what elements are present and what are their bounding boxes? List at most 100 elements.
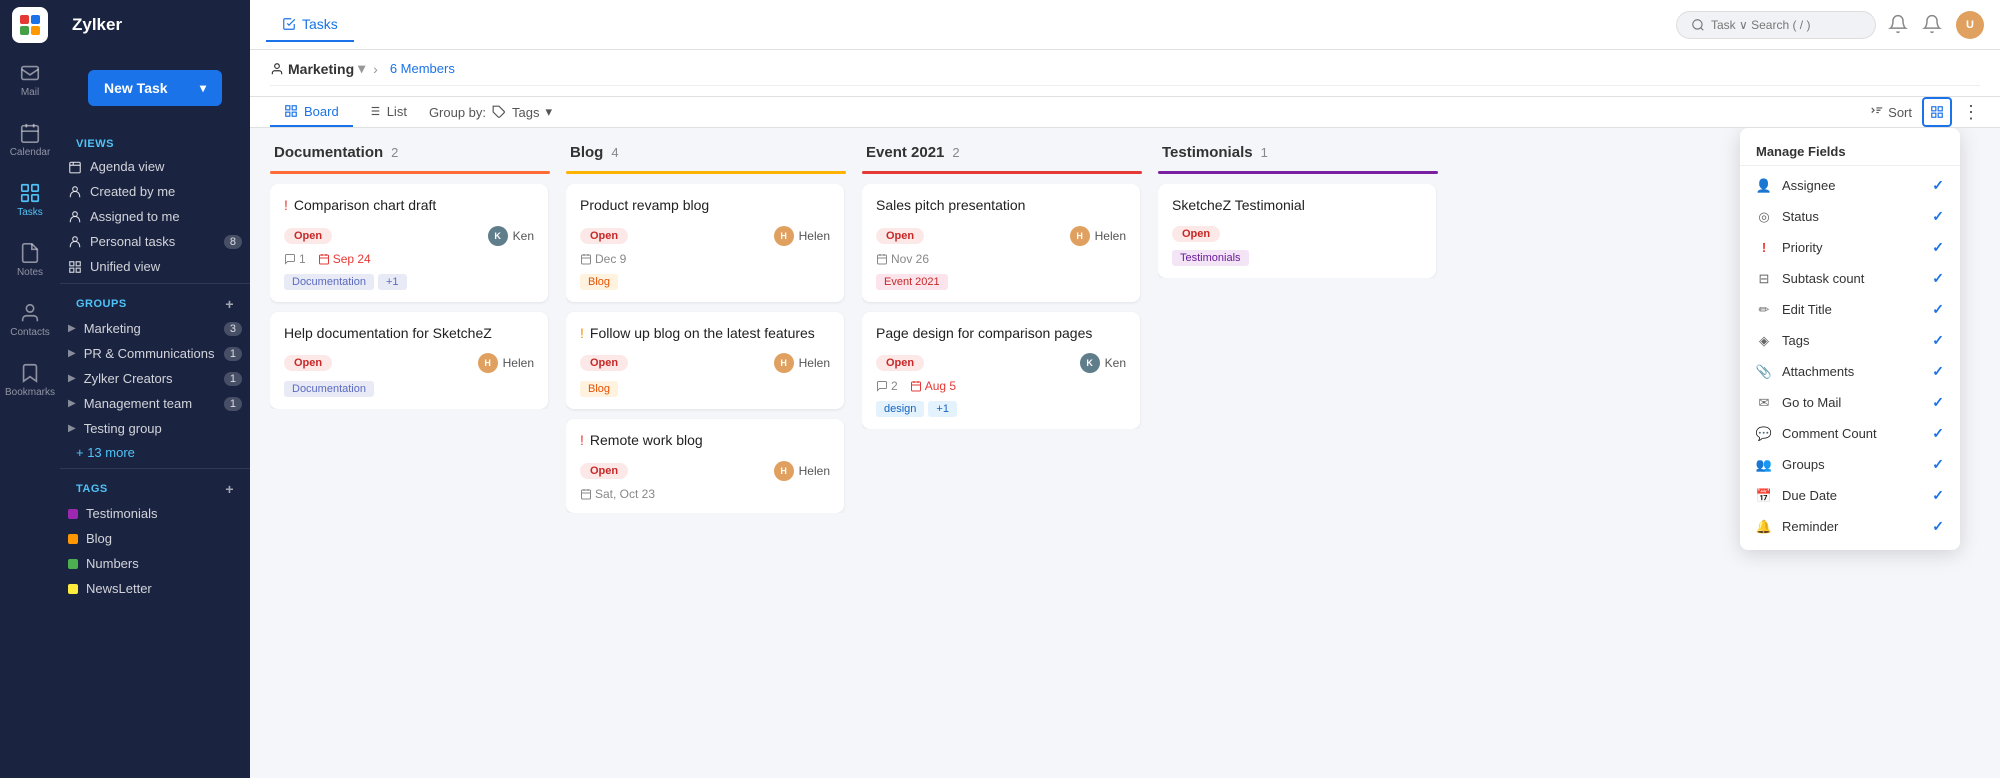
card-help-documentation[interactable]: Help documentation for SketcheZ Open H H… [270,312,548,410]
due-date-check-icon: ✓ [1932,487,1944,504]
comment-count: 1 [284,252,306,266]
nav-mail[interactable]: Mail [0,50,60,110]
card-sales-pitch[interactable]: Sales pitch presentation Open H Helen [862,184,1140,302]
column-header-blog: Blog 4 [566,144,846,171]
sidebar-item-personal-tasks[interactable]: Personal tasks 8 [60,229,250,254]
column-bar-event [862,171,1142,174]
group-by-selector[interactable]: Group by: Tags ▾ [429,104,552,120]
bell-icon[interactable] [1922,14,1944,36]
avatar-helen: H [478,353,498,373]
sidebar-group-zylker-creators[interactable]: ▶ Zylker Creators 1 [60,366,250,391]
tag-dot-newsletter [68,584,78,594]
field-groups[interactable]: 👥 Groups ✓ [1740,449,1960,480]
divider-2 [60,468,250,469]
assignee: H Helen [774,226,830,246]
column-blog: Blog 4 Product revamp blog Open H [566,144,846,762]
chevron-zc-icon: ▶ [68,373,76,384]
sidebar-content: VIEWS Agenda view Created by me Assigned… [60,126,250,609]
tab-board[interactable]: Board [270,98,353,127]
sidebar-item-created-by-me[interactable]: Created by me [60,179,250,204]
add-group-icon[interactable]: + [225,296,234,312]
tab-list[interactable]: List [353,98,421,127]
due-date: Nov 26 [876,252,929,266]
reminder-check-icon: ✓ [1932,518,1944,535]
group-by-arrow-icon: ▾ [546,104,553,120]
field-go-to-mail[interactable]: ✉ Go to Mail ✓ [1740,387,1960,418]
search-bar[interactable]: Task ∨ Search ( / ) [1676,11,1876,39]
field-comment-count[interactable]: 💬 Comment Count ✓ [1740,418,1960,449]
card-remote-work-blog[interactable]: ! Remote work blog Open H Helen [566,419,844,513]
status-check-icon: ✓ [1932,208,1944,225]
chevron-mgmt-icon: ▶ [68,398,76,409]
sidebar-tag-blog[interactable]: Blog [60,526,250,551]
tag-blog-2: Blog [580,381,618,397]
card-follow-up-blog[interactable]: ! Follow up blog on the latest features … [566,312,844,410]
add-tag-icon[interactable]: + [225,481,234,497]
app-layout: Mail Calendar Tasks Notes Contacts Bookm… [0,0,2000,778]
tag-design: design [876,401,924,417]
assignee: H Helen [1070,226,1126,246]
due-date: Dec 9 [580,252,626,266]
comment-count: 2 [876,379,898,393]
status-badge: Open [1172,226,1220,242]
sidebar-item-assigned-to-me[interactable]: Assigned to me [60,204,250,229]
field-due-date[interactable]: 📅 Due Date ✓ [1740,480,1960,511]
sidebar-item-agenda-view[interactable]: Agenda view [60,154,250,179]
nav-tasks[interactable]: Tasks [0,170,60,230]
avatar-helen: H [774,226,794,246]
field-assignee[interactable]: 👤 Assignee ✓ [1740,170,1960,201]
sidebar-group-management[interactable]: ▶ Management team 1 [60,391,250,416]
topbar-tab-tasks[interactable]: Tasks [266,8,354,42]
card-sketcheZ-testimonial[interactable]: SketcheZ Testimonial Open Testimonials [1158,184,1436,278]
sidebar-group-marketing[interactable]: ▶ Marketing 3 [60,316,250,341]
due-date: Sat, Oct 23 [580,487,655,501]
sort-button[interactable]: Sort [1870,105,1912,120]
notifications-icon[interactable] [1888,14,1910,36]
sort-icon [1870,105,1884,119]
card-comparison-chart-draft[interactable]: ! Comparison chart draft Open K Ken [270,184,548,302]
nav-contacts[interactable]: Contacts [0,290,60,350]
manage-fields-button[interactable] [1922,97,1952,127]
field-priority[interactable]: ! Priority ✓ [1740,232,1960,263]
field-status[interactable]: ◎ Status ✓ [1740,201,1960,232]
topbar: Tasks Task ∨ Search ( / ) U [250,0,2000,50]
more-options-button[interactable]: ⋮ [1962,102,1980,123]
tag-blog-1: Blog [580,274,618,290]
sidebar-item-unified-view[interactable]: Unified view [60,254,250,279]
nav-calendar[interactable]: Calendar [0,110,60,170]
personal-icon [68,235,82,249]
avatar-helen: H [774,461,794,481]
chevron-testing-icon: ▶ [68,423,76,434]
sidebar-tag-newsletter[interactable]: NewsLetter [60,576,250,601]
more-groups-link[interactable]: + 13 more [60,441,250,464]
new-task-button[interactable]: New Task ▾ [88,70,222,106]
card-product-revamp-blog[interactable]: Product revamp blog Open H Helen [566,184,844,302]
field-edit-title[interactable]: ✏ Edit Title ✓ [1740,294,1960,325]
subtask-field-icon: ⊟ [1756,271,1772,287]
sidebar-icons: Mail Calendar Tasks Notes Contacts Bookm… [0,0,60,778]
divider-1 [60,283,250,284]
sidebar-group-pr[interactable]: ▶ PR & Communications 1 [60,341,250,366]
tag-dot-testimonials [68,509,78,519]
tags-label: TAGS [76,483,108,495]
agenda-icon [68,160,82,174]
nav-notes[interactable]: Notes [0,230,60,290]
field-tags[interactable]: ◈ Tags ✓ [1740,325,1960,356]
nav-bookmarks[interactable]: Bookmarks [0,350,60,410]
members-link[interactable]: 6 Members [390,61,455,76]
sidebar-tag-testimonials[interactable]: Testimonials [60,501,250,526]
field-attachments[interactable]: 📎 Attachments ✓ [1740,356,1960,387]
project-name[interactable]: Marketing ▾ › [270,60,382,77]
views-label: VIEWS [60,134,250,154]
tag-documentation-2: Documentation [284,381,374,397]
assignee-check-icon: ✓ [1932,177,1944,194]
tags-field-icon: ◈ [1756,333,1772,349]
user-avatar[interactable]: U [1956,11,1984,39]
app-logo[interactable] [12,7,48,43]
field-reminder[interactable]: 🔔 Reminder ✓ [1740,511,1960,542]
sidebar-tag-numbers[interactable]: Numbers [60,551,250,576]
field-subtask-count[interactable]: ⊟ Subtask count ✓ [1740,263,1960,294]
sidebar-group-testing[interactable]: ▶ Testing group [60,416,250,441]
card-page-design[interactable]: Page design for comparison pages Open K … [862,312,1140,430]
reminder-field-icon: 🔔 [1756,519,1772,535]
